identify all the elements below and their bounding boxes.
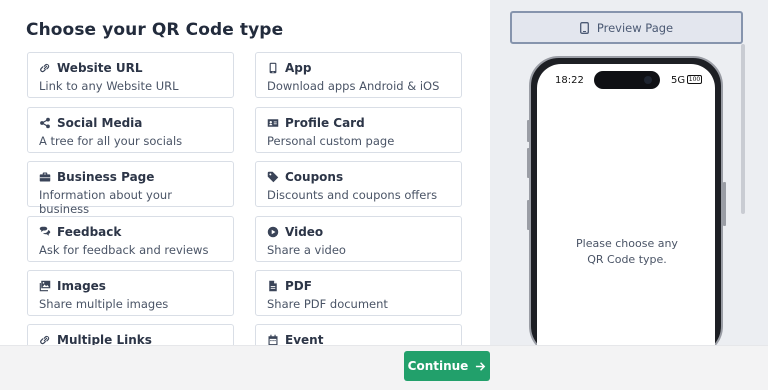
type-card-profile-card[interactable]: Profile Card Personal custom page [255,107,462,153]
phone-mockup: 18:22 5G 100 Please choose any QR Code t… [529,56,723,345]
share-icon [39,117,51,129]
type-card-desc: Discounts and coupons offers [267,188,438,202]
comments-icon [39,226,51,238]
type-card-title: Feedback [57,224,122,239]
type-card-desc: Share a video [267,243,346,257]
id-card-icon [267,117,279,129]
type-card-coupons[interactable]: Coupons Discounts and coupons offers [255,161,462,207]
type-card-desc: Share multiple images [39,297,169,311]
preview-page-button[interactable]: Preview Page [510,11,743,44]
type-card-website-url[interactable]: Website URL Link to any Website URL [27,52,234,98]
type-card-images[interactable]: Images Share multiple images [27,270,234,316]
type-card-business-page[interactable]: Business Page Information about your bus… [27,161,234,216]
type-card-pdf[interactable]: PDF Share PDF document [255,270,462,316]
continue-button[interactable]: Continue [404,351,490,381]
type-card-desc: Information about your business [39,188,172,216]
briefcase-icon [39,171,51,183]
type-card-desc: Download apps Android & iOS [267,79,440,93]
images-icon [39,280,51,292]
type-card-video[interactable]: Video Share a video [255,216,462,262]
type-card-title: Social Media [57,115,143,130]
page-title: Choose your QR Code type [26,20,284,40]
preview-message-line: QR Code type. [587,253,667,266]
type-card-title: Video [285,224,324,239]
preview-message-line: Please choose any [576,237,678,250]
file-pdf-icon [267,280,279,292]
type-card-title: Multiple Links [57,332,152,346]
type-card-desc: Personal custom page [267,134,395,148]
type-card-title: Coupons [285,169,344,184]
tag-icon [267,171,279,183]
footer-bar: Continue [0,345,768,390]
arrow-right-icon [476,361,486,371]
phone-side-button [723,182,726,226]
preview-page-label: Preview Page [596,20,674,35]
type-card-title: App [285,60,312,75]
mobile-icon [579,21,589,34]
preview-panel: Preview Page 18:22 5G 100 Please choose … [490,0,768,345]
continue-label: Continue [407,359,469,373]
status-time: 18:22 [555,75,584,86]
calendar-icon [267,334,279,346]
preview-scrollbar[interactable] [741,44,745,214]
type-card-app[interactable]: App Download apps Android & iOS [255,52,462,98]
type-card-desc: Ask for feedback and reviews [39,243,209,257]
type-card-title: Event [285,332,324,346]
type-card-desc: A tree for all your socials [39,134,183,148]
battery-icon: 100 [687,75,702,84]
type-card-desc: Share PDF document [267,297,388,311]
type-card-title: Business Page [57,169,155,184]
type-card-title: Images [57,278,106,293]
type-card-title: Website URL [57,60,143,75]
preview-empty-message: Please choose any QR Code type. [557,236,697,268]
type-card-title: Profile Card [285,115,365,130]
mobile-icon [267,62,279,74]
status-network: 5G [671,75,686,86]
dynamic-island [594,71,660,89]
type-card-event[interactable]: Event [255,324,462,345]
type-card-desc: Link to any Website URL [39,79,179,93]
link-icon [39,62,51,74]
type-card-feedback[interactable]: Feedback Ask for feedback and reviews [27,216,234,262]
type-card-social-media[interactable]: Social Media A tree for all your socials [27,107,234,153]
qr-type-panel: Choose your QR Code type Website URL Lin… [0,0,490,345]
type-card-title: PDF [285,278,312,293]
type-card-multiple-links[interactable]: Multiple Links [27,324,234,345]
phone-screen: 18:22 5G 100 Please choose any QR Code t… [537,64,715,345]
link-icon [39,334,51,346]
play-circle-icon [267,226,279,238]
